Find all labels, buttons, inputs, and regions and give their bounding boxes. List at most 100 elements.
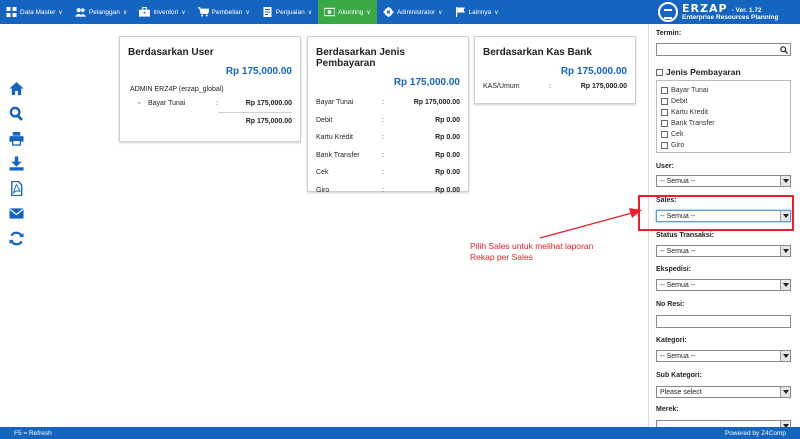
card-title: Berdasarkan Jenis Pembayaran — [316, 47, 405, 69]
sub-kategori-label: Sub Kategori: — [656, 372, 702, 379]
gear-icon — [383, 7, 394, 17]
payment-type-checkbox[interactable]: Cek — [661, 129, 790, 140]
row-value: Rp 175,000.00 — [245, 100, 292, 107]
card-total: Rp 175,000.00 — [225, 66, 292, 77]
payment-type-checkbox[interactable]: Giro — [661, 140, 790, 151]
nav-lainnya[interactable]: Lainnya ∨ — [449, 0, 505, 24]
chevron-down-icon: ∨ — [366, 9, 371, 16]
ekspedisi-select[interactable]: -- Semua -- — [656, 279, 791, 291]
flag-icon — [455, 7, 465, 17]
nav-inventori[interactable]: Inventori ∨ — [133, 0, 191, 24]
pdf-icon — [10, 181, 22, 196]
divider — [218, 112, 292, 113]
no-resi-input[interactable] — [656, 315, 791, 328]
search-button[interactable] — [6, 101, 26, 126]
row-value: Rp 0.00 — [435, 169, 460, 177]
row-label: Bayar Tunai — [148, 100, 186, 107]
nav-akunting[interactable]: Akunting ∨ — [318, 0, 377, 24]
row-label: Debit — [316, 116, 333, 124]
checkbox-label: Debit — [671, 98, 688, 105]
home-button[interactable] — [6, 76, 26, 101]
list-item: KAS/Umum: Rp 175,000.00 — [483, 83, 627, 90]
select-value: -- Semua -- — [660, 281, 696, 289]
nav-label: Penjualan — [275, 8, 305, 16]
list-item: Bank Transfer: Rp 0.00 — [316, 147, 460, 165]
merek-select[interactable] — [656, 420, 791, 427]
home-icon — [8, 81, 24, 96]
chevron-down-icon: ∨ — [245, 9, 250, 16]
payment-type-checkbox[interactable]: Kartu Kredit — [661, 107, 790, 118]
sub-kategori-select[interactable]: Please select — [656, 386, 791, 398]
row-value: Rp 175,000.00 — [580, 83, 627, 90]
list-item: ◦ Bayar Tunai : Rp 175,000.00 — [138, 100, 292, 107]
checkbox-icon — [661, 87, 668, 94]
termin-search-input[interactable] — [656, 43, 791, 56]
card-by-cash-bank: Berdasarkan Kas Bank Rp 175,000.00 KAS/U… — [474, 36, 636, 104]
nav-pelanggan[interactable]: Pelanggan ∨ — [69, 0, 134, 24]
download-icon — [8, 156, 24, 171]
nav-label: Pembelian — [211, 8, 243, 16]
no-resi-label: No Resi: — [656, 301, 685, 308]
row-value: Rp 0.00 — [435, 134, 460, 142]
status-transaksi-label: Status Transaksi: — [656, 232, 714, 239]
row-label: Cek — [316, 169, 329, 177]
row-separator: : — [382, 186, 384, 194]
refresh-button[interactable] — [6, 226, 26, 251]
select-value: -- Semua -- — [660, 247, 696, 255]
row-separator: : — [382, 99, 384, 107]
left-toolbar — [6, 76, 26, 251]
row-separator: : — [382, 169, 384, 177]
brand-subtitle: Enterprise Resources Planning — [682, 14, 779, 21]
checkbox-label: Giro — [671, 142, 685, 149]
nav-label: Akunting — [338, 8, 364, 16]
pdf-button[interactable] — [6, 176, 26, 201]
kategori-select[interactable]: -- Semua -- — [656, 350, 791, 362]
row-label: KAS/Umum — [483, 83, 520, 90]
checkbox-label: Bank Transfer — [671, 120, 715, 127]
nav-administrator[interactable]: Administrator ∨ — [377, 0, 449, 24]
row-separator: : — [382, 151, 384, 159]
card-total: Rp 175,000.00 — [393, 77, 460, 88]
nav-penjualan[interactable]: Penjualan ∨ — [256, 0, 318, 24]
chevron-down-icon — [780, 176, 790, 186]
brand: ERZAP - Ver. 1.72 Enterprise Resources P… — [658, 0, 800, 24]
search-icon — [9, 106, 23, 121]
checkbox-icon — [656, 68, 663, 76]
row-label: Bank Transfer — [316, 151, 360, 159]
chevron-down-icon — [780, 387, 790, 397]
refresh-icon — [8, 231, 24, 246]
grid-icon — [6, 7, 17, 17]
payment-type-checkbox[interactable]: Debit — [661, 96, 790, 107]
top-navbar: Data Master ∨ Pelanggan ∨ Inventori ∨ Pembe… — [0, 0, 800, 24]
select-value: -- Semua -- — [660, 177, 696, 185]
download-button[interactable] — [6, 151, 26, 176]
card-title: Berdasarkan User — [128, 47, 214, 58]
cart-icon — [197, 7, 209, 17]
list-item: Debit: Rp 0.00 — [316, 112, 460, 130]
checkbox-label: Bayar Tunai — [671, 87, 709, 94]
checkbox-icon — [661, 142, 668, 149]
chevron-down-icon — [780, 246, 790, 256]
erzap-logo-icon — [658, 2, 678, 22]
kategori-label: Kategori: — [656, 337, 687, 344]
annotation-text: Pilih Sales untuk melihat laporan Rekap … — [470, 241, 593, 264]
nav-data-master[interactable]: Data Master ∨ — [0, 0, 69, 24]
list-item: Bayar Tunai: Rp 175,000.00 — [316, 94, 460, 112]
nav-label: Administrator — [396, 8, 436, 16]
email-button[interactable] — [6, 201, 26, 226]
select-value: -- Semua -- — [660, 352, 696, 360]
row-separator: : — [216, 100, 218, 107]
annotation-line: Rekap per Sales — [470, 252, 533, 263]
nav-pembelian[interactable]: Pembelian ∨ — [192, 0, 256, 24]
user-select[interactable]: -- Semua -- — [656, 175, 791, 187]
checkbox-icon — [661, 131, 668, 138]
briefcase-icon — [139, 7, 151, 17]
nav-label: Data Master — [20, 8, 56, 16]
nav-label: Inventori — [153, 8, 179, 16]
status-transaksi-select[interactable]: -- Semua -- — [656, 245, 791, 257]
jenis-pembayaran-toggle[interactable]: Jenis Pembayaran — [656, 67, 741, 77]
print-button[interactable] — [6, 126, 26, 151]
payment-type-checkbox[interactable]: Bayar Tunai — [661, 85, 790, 96]
payment-type-checkbox[interactable]: Bank Transfer — [661, 118, 790, 129]
select-value: Please select — [660, 388, 702, 396]
